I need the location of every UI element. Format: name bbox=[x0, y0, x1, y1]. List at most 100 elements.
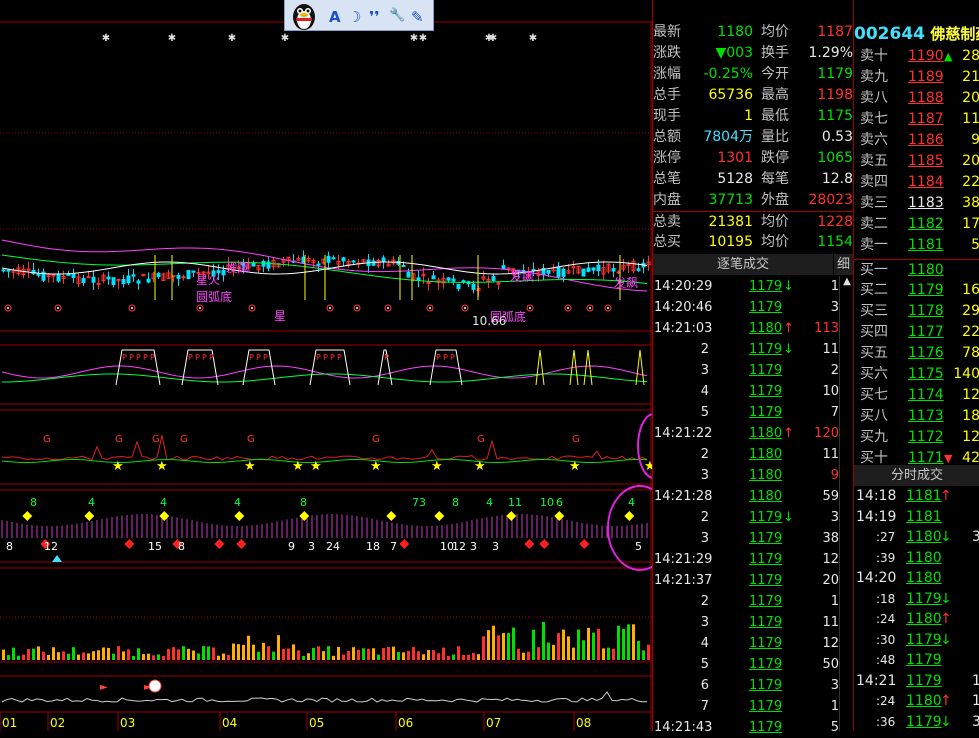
tick-row[interactable]: 14:20:29 1179 ↓ 1 bbox=[653, 276, 853, 297]
quote-row: 涨幅 -0.25% 今开 1179 bbox=[653, 64, 853, 85]
price-signal-marker bbox=[529, 307, 531, 309]
indicator-spike bbox=[583, 349, 593, 386]
tick-row[interactable]: 2 1180 11 bbox=[653, 444, 853, 465]
tick-volume: 2 bbox=[830, 363, 839, 378]
tick-row[interactable]: 2 1179 1 bbox=[653, 591, 853, 612]
minute-tick-row[interactable]: :30 1179 ↓ bbox=[854, 630, 979, 651]
buy-order-row[interactable]: 买二 1179 16 bbox=[854, 280, 979, 301]
minute-tick-row[interactable]: :36 1179 ↓ 3 bbox=[854, 712, 979, 733]
buy-order-row[interactable]: 买九 1172 12 bbox=[854, 427, 979, 448]
sell-order-row[interactable]: 卖三 1183 38 bbox=[854, 193, 979, 214]
tick-row[interactable]: 4 1179 12 bbox=[653, 633, 853, 654]
tick-price: 1179 bbox=[749, 363, 783, 378]
order-volume: 22 bbox=[962, 324, 979, 340]
kline-chart-area[interactable]: ✱ ✱ ✱ ✱ ✱ ✱ ✱✱ ✱ 发飙发飙 发飙圆弧底圆弧底星火星 10.66 PPPPPPPPP… bbox=[0, 0, 652, 731]
month-label: 04 bbox=[222, 716, 237, 730]
edit-icon[interactable]: ✎ bbox=[411, 8, 424, 26]
buy-order-row[interactable]: 买四 1177 22 bbox=[854, 322, 979, 343]
sell-order-row[interactable]: 卖十 1190 ▲ 28 bbox=[854, 46, 979, 67]
tick-list-header[interactable]: 逐笔成交 bbox=[653, 254, 833, 275]
minute-tick-row[interactable]: :48 1179 bbox=[854, 650, 979, 671]
buy-order-row[interactable]: 买七 1174 12 bbox=[854, 385, 979, 406]
minute-tick-row[interactable]: :18 1179 ↓ bbox=[854, 589, 979, 610]
tick-price: 1179 bbox=[749, 552, 783, 567]
qq-penguin-icon[interactable] bbox=[287, 0, 321, 30]
tick-row[interactable]: 14:21:29 1179 12 bbox=[653, 549, 853, 570]
buy-order-row[interactable]: 买三 1178 29 bbox=[854, 301, 979, 322]
minute-tick-time: :39 bbox=[876, 550, 896, 565]
tick-row[interactable]: 3 1180 9 bbox=[653, 465, 853, 486]
tick-row[interactable]: 3 1179 38 bbox=[653, 528, 853, 549]
sell-order-row[interactable]: 卖八 1188 20 bbox=[854, 88, 979, 109]
sell-order-row[interactable]: 卖五 1185 20 bbox=[854, 151, 979, 172]
buy-order-row[interactable]: 买六 1175 140 bbox=[854, 364, 979, 385]
minute-tick-row[interactable]: :24 1180 ↑ bbox=[854, 609, 979, 630]
tick-detail-button[interactable]: 细 bbox=[834, 254, 853, 275]
tick-volume: 11 bbox=[822, 447, 839, 462]
minute-tick-row[interactable]: 14:21 1179 14 bbox=[854, 671, 979, 692]
volume-bar bbox=[162, 655, 165, 660]
order-level-label: 买一 bbox=[860, 262, 888, 278]
volume-bar bbox=[57, 652, 60, 660]
tick-row[interactable]: 14:21:37 1179 20 bbox=[653, 570, 853, 591]
quote-icon[interactable]: ❜❜ bbox=[369, 8, 379, 26]
qq-floating-toolbar[interactable]: A ☽ ❜❜ 🔧 ✎ bbox=[284, 0, 434, 31]
order-volume: 28 bbox=[962, 48, 979, 64]
tick-row[interactable]: 2 1179 ↓ 3 bbox=[653, 507, 853, 528]
wrench-icon[interactable]: 🔧 bbox=[389, 8, 405, 23]
minute-tick-volume: 3 bbox=[972, 713, 979, 730]
tick-row[interactable]: 6 1179 3 bbox=[653, 675, 853, 696]
sell-order-row[interactable]: 卖四 1184 22 bbox=[854, 172, 979, 193]
minute-tick-time: 14:20 bbox=[856, 570, 897, 586]
minute-tick-row[interactable]: :24 1180 ↑ 1 bbox=[854, 691, 979, 712]
month-label: 02 bbox=[50, 716, 65, 730]
minute-tick-row[interactable]: 14:18 1181 ↑ bbox=[854, 486, 979, 507]
minute-ticks-header[interactable]: 分时成交 bbox=[854, 465, 979, 486]
buy-order-row[interactable]: 买八 1173 18 bbox=[854, 406, 979, 427]
sell-order-row[interactable]: 卖一 1181 5 bbox=[854, 235, 979, 256]
minute-tick-time: 14:21 bbox=[856, 672, 897, 689]
month-label: 06 bbox=[398, 716, 413, 730]
buy-order-row[interactable]: 买五 1176 78 bbox=[854, 343, 979, 364]
tick-row[interactable]: 4 1179 10 bbox=[653, 381, 853, 402]
tick-row[interactable]: 3 1179 11 bbox=[653, 612, 853, 633]
tick-row[interactable]: 14:21:43 1179 5 bbox=[653, 717, 853, 738]
indicator-signal-label: G bbox=[152, 434, 160, 445]
tick-row[interactable]: 14:20:46 1179 3 bbox=[653, 297, 853, 318]
quote-label: 每笔 bbox=[761, 171, 789, 187]
tick-row[interactable]: 14:21:22 1180 ↑ 120 bbox=[653, 423, 853, 444]
order-volume: 20 bbox=[962, 153, 979, 169]
diamond-marker bbox=[524, 539, 535, 549]
tick-price: 1179 bbox=[749, 699, 783, 714]
minute-tick-row[interactable]: :39 1180 bbox=[854, 548, 979, 569]
tick-row[interactable]: 7 1179 1 bbox=[653, 696, 853, 717]
price-candle bbox=[36, 273, 41, 276]
tick-row[interactable]: 14:21:28 1180 59 bbox=[653, 486, 853, 507]
volume-bar bbox=[132, 655, 135, 660]
indicator-signal-label: P bbox=[209, 353, 214, 362]
font-icon[interactable]: A bbox=[329, 8, 341, 26]
order-level-label: 买四 bbox=[860, 324, 888, 340]
minute-tick-row[interactable]: 14:20 1180 bbox=[854, 568, 979, 589]
oscillator-label: 4 bbox=[628, 496, 635, 509]
sell-order-row[interactable]: 卖七 1187 11 bbox=[854, 109, 979, 130]
volume-bar bbox=[552, 644, 555, 660]
tick-row[interactable]: 5 1179 50 bbox=[653, 654, 853, 675]
buy-order-row[interactable]: 买一 1180 bbox=[854, 259, 979, 281]
sell-order-row[interactable]: 卖六 1186 9 bbox=[854, 130, 979, 151]
sell-order-row[interactable]: 卖九 1189 21 bbox=[854, 67, 979, 88]
tick-row[interactable]: 3 1179 2 bbox=[653, 360, 853, 381]
tick-volume: 12 bbox=[822, 552, 839, 567]
moon-icon[interactable]: ☽ bbox=[348, 8, 361, 26]
sell-order-row[interactable]: 卖二 1182 17 bbox=[854, 214, 979, 235]
minute-tick-row[interactable]: 14:19 1181 bbox=[854, 507, 979, 528]
order-level-label: 买三 bbox=[860, 303, 888, 319]
tick-row[interactable]: 14:21:03 1180 ↑ 113 bbox=[653, 318, 853, 339]
minute-tick-time: :27 bbox=[876, 530, 896, 544]
volume-bar bbox=[142, 654, 145, 660]
minute-tick-row[interactable]: :27 1180 ↓ 3 bbox=[854, 527, 979, 548]
tick-row[interactable]: 2 1179 ↓ 11 bbox=[653, 339, 853, 360]
tick-arrow-icon: ↑ bbox=[783, 426, 794, 441]
tick-row[interactable]: 5 1179 7 bbox=[653, 402, 853, 423]
quote-label: 总买 bbox=[653, 234, 681, 250]
